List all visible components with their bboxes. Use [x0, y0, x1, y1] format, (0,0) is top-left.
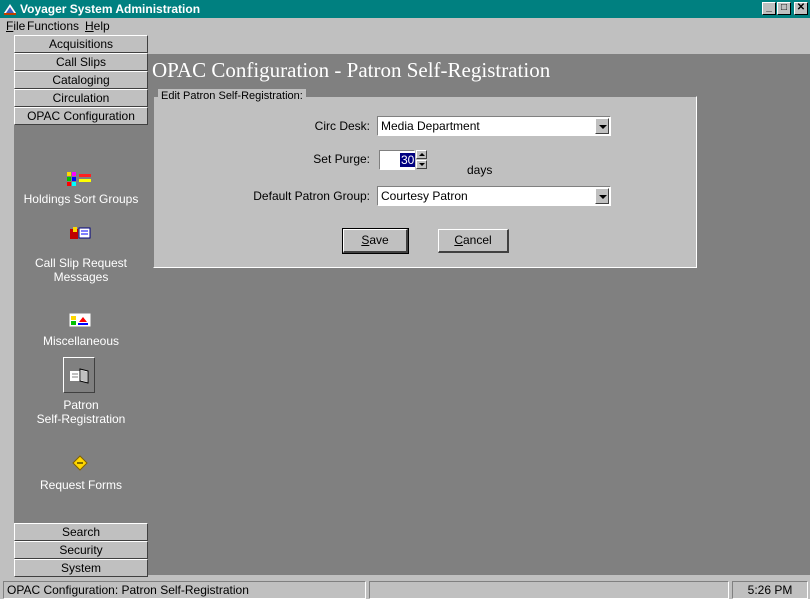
- sidebar-item-patron-self-registration[interactable]: Patron Self-Registration: [14, 398, 148, 426]
- circ-desk-value: Media Department: [381, 119, 480, 133]
- page-title: OPAC Configuration - Patron Self-Registr…: [152, 58, 551, 82]
- circ-desk-label: Circ Desk:: [314, 119, 370, 133]
- save-rest: ave: [369, 233, 389, 247]
- title-bar: Voyager System Administration _ □ ✕: [0, 0, 810, 18]
- group-legend: Edit Patron Self-Registration:: [158, 89, 306, 103]
- menu-help-rest: elp: [93, 19, 110, 33]
- circ-desk-select[interactable]: Media Department: [377, 116, 611, 136]
- sidebar-item-holdings-sort-groups[interactable]: Holdings Sort Groups: [14, 192, 148, 206]
- nav-security[interactable]: Security: [14, 541, 148, 559]
- status-clock: 5:26 PM: [732, 581, 808, 599]
- save-button[interactable]: Save: [342, 228, 409, 254]
- set-purge-input[interactable]: 30: [379, 150, 416, 170]
- miscellaneous-icon[interactable]: [69, 313, 91, 327]
- spin-up-icon[interactable]: [416, 150, 427, 159]
- cancel-mnemonic: C: [454, 233, 463, 247]
- default-patron-group-label: Default Patron Group:: [253, 189, 370, 203]
- set-purge-label: Set Purge:: [313, 152, 370, 166]
- chevron-down-icon[interactable]: [595, 118, 609, 134]
- status-panel-main: OPAC Configuration: Patron Self-Registra…: [3, 581, 366, 599]
- menu-bar: File Functions Help: [0, 18, 810, 35]
- holdings-sort-icon[interactable]: [67, 172, 93, 186]
- menu-file-rest: ile: [13, 19, 26, 33]
- set-purge-unit: days: [467, 163, 493, 177]
- status-bar: OPAC Configuration: Patron Self-Registra…: [0, 579, 810, 599]
- window-title: Voyager System Administration: [20, 2, 201, 16]
- call-slip-label-line1: Call Slip Request: [34, 256, 128, 270]
- nav-search[interactable]: Search: [14, 523, 148, 541]
- sidebar-item-call-slip-request-messages[interactable]: Call Slip Request Messages: [14, 256, 148, 284]
- nav-call-slips[interactable]: Call Slips: [14, 53, 148, 71]
- menu-file[interactable]: File: [6, 19, 25, 34]
- request-forms-icon[interactable]: [71, 455, 89, 471]
- default-patron-group-value: Courtesy Patron: [381, 189, 468, 203]
- set-purge-value: 30: [400, 153, 416, 167]
- menu-help[interactable]: Help: [85, 19, 110, 34]
- call-slip-messages-icon[interactable]: [69, 226, 91, 242]
- minimize-button[interactable]: _: [762, 2, 776, 15]
- nav-system[interactable]: System: [14, 559, 148, 577]
- nav-acquisitions[interactable]: Acquisitions: [14, 35, 148, 53]
- nav-circulation[interactable]: Circulation: [14, 89, 148, 107]
- menu-help-mnemonic: H: [85, 19, 94, 33]
- spin-down-icon[interactable]: [416, 160, 427, 169]
- menu-functions[interactable]: Functions: [27, 19, 79, 34]
- nav-opac-configuration[interactable]: OPAC Configuration: [14, 107, 148, 125]
- menu-functions-label: Functions: [27, 19, 80, 33]
- voyager-app-icon: [4, 4, 16, 15]
- status-panel-empty: [369, 581, 729, 599]
- cancel-rest: ancel: [462, 233, 492, 247]
- nav-cataloging[interactable]: Cataloging: [14, 71, 148, 89]
- sidebar-item-miscellaneous[interactable]: Miscellaneous: [14, 334, 148, 348]
- patron-self-registration-icon[interactable]: [69, 367, 91, 385]
- maximize-button[interactable]: □: [777, 2, 791, 15]
- cancel-button[interactable]: Cancel: [438, 229, 509, 253]
- patron-label-line2: Self-Registration: [36, 412, 126, 426]
- set-purge-spinner[interactable]: [416, 150, 427, 169]
- patron-label-line1: Patron: [63, 398, 99, 412]
- sidebar-item-request-forms[interactable]: Request Forms: [14, 478, 148, 492]
- call-slip-label-line2: Messages: [53, 270, 109, 284]
- close-button[interactable]: ✕: [794, 2, 808, 15]
- default-patron-group-select[interactable]: Courtesy Patron: [377, 186, 611, 206]
- chevron-down-icon[interactable]: [595, 188, 609, 204]
